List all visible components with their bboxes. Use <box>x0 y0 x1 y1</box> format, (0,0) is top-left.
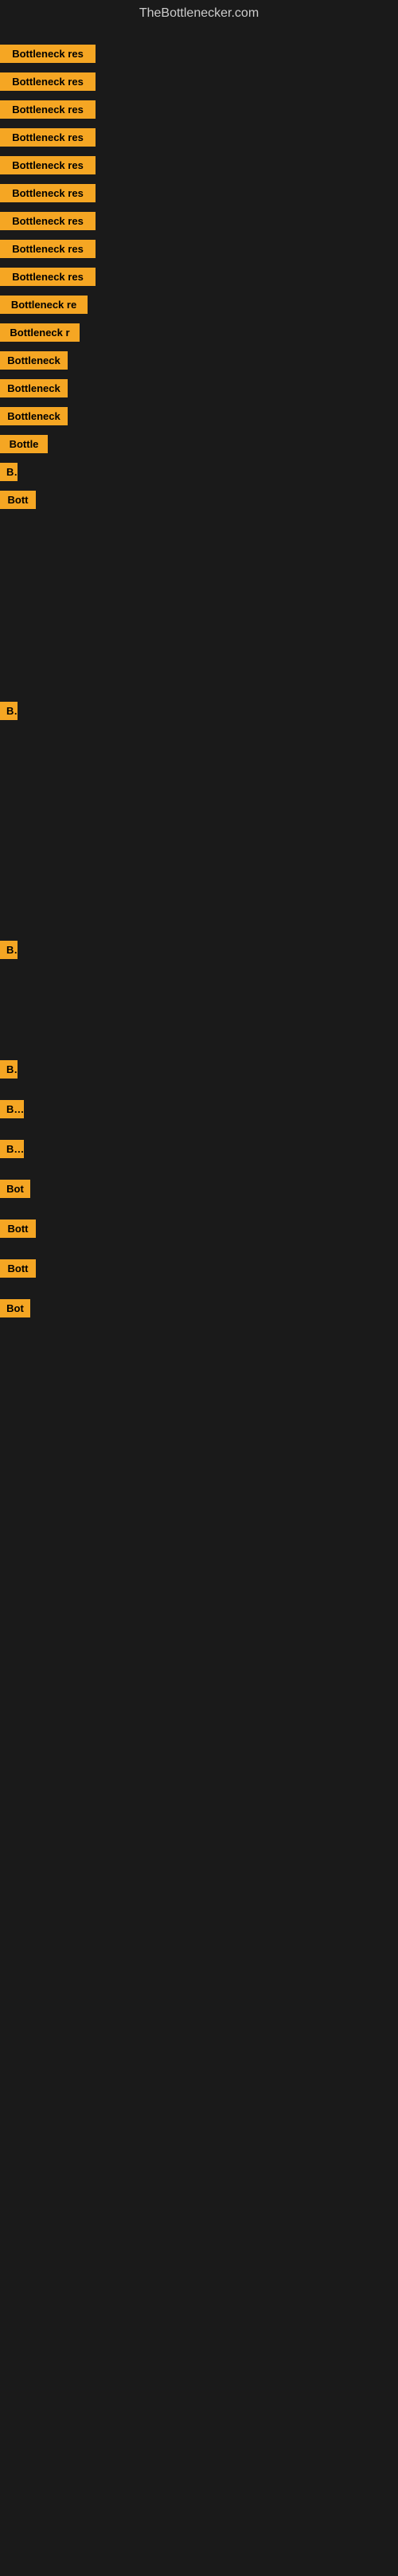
button-wrapper-9: Bottleneck res <box>0 268 96 286</box>
button-wrapper-23: Bot <box>0 1180 30 1198</box>
button-wrapper-13: Bottleneck <box>0 379 68 397</box>
buttons-container: Bottleneck res Bottleneck res Bottleneck r… <box>0 27 398 2576</box>
button-wrapper-26: Bot <box>0 1299 30 1317</box>
button-wrapper-20: B <box>0 1060 18 1079</box>
button-wrapper-3: Bottleneck res <box>0 100 96 119</box>
btn-16[interactable]: B <box>0 463 18 481</box>
btn-8[interactable]: Bottleneck res <box>0 240 96 258</box>
button-wrapper-21: Bo <box>0 1100 24 1118</box>
button-wrapper-15: Bottle <box>0 435 48 453</box>
btn-3[interactable]: Bottleneck res <box>0 100 96 119</box>
btn-17[interactable]: Bott <box>0 491 36 509</box>
btn-10[interactable]: Bottleneck re <box>0 296 88 314</box>
btn-2[interactable]: Bottleneck res <box>0 72 96 91</box>
btn-25[interactable]: Bott <box>0 1259 36 1278</box>
button-wrapper-11: Bottleneck r <box>0 323 80 342</box>
button-wrapper-6: Bottleneck res <box>0 184 96 202</box>
site-title: TheBottlenecker.com <box>0 0 398 27</box>
button-wrapper-16: B <box>0 463 18 481</box>
button-wrapper-2: Bottleneck res <box>0 72 96 91</box>
button-wrapper-12: Bottleneck <box>0 351 68 370</box>
btn-23[interactable]: Bot <box>0 1180 30 1198</box>
button-wrapper-14: Bottleneck <box>0 407 68 425</box>
btn-6[interactable]: Bottleneck res <box>0 184 96 202</box>
btn-26[interactable]: Bot <box>0 1299 30 1317</box>
button-wrapper-18: B <box>0 702 18 720</box>
button-wrapper-25: Bott <box>0 1259 36 1278</box>
btn-18[interactable]: B <box>0 702 18 720</box>
btn-4[interactable]: Bottleneck res <box>0 128 96 147</box>
button-wrapper-10: Bottleneck re <box>0 296 88 314</box>
button-wrapper-22: Bo <box>0 1140 24 1158</box>
button-wrapper-8: Bottleneck res <box>0 240 96 258</box>
btn-12[interactable]: Bottleneck <box>0 351 68 370</box>
btn-5[interactable]: Bottleneck res <box>0 156 96 174</box>
btn-14[interactable]: Bottleneck <box>0 407 68 425</box>
btn-22[interactable]: Bo <box>0 1140 24 1158</box>
btn-1[interactable]: Bottleneck res <box>0 45 96 63</box>
button-wrapper-7: Bottleneck res <box>0 212 96 230</box>
btn-13[interactable]: Bottleneck <box>0 379 68 397</box>
btn-21[interactable]: Bo <box>0 1100 24 1118</box>
button-wrapper-17: Bott <box>0 491 36 509</box>
btn-24[interactable]: Bott <box>0 1219 36 1238</box>
btn-20[interactable]: B <box>0 1060 18 1079</box>
btn-7[interactable]: Bottleneck res <box>0 212 96 230</box>
button-wrapper-24: Bott <box>0 1219 36 1238</box>
btn-19[interactable]: B <box>0 941 18 959</box>
button-wrapper-4: Bottleneck res <box>0 128 96 147</box>
button-wrapper-1: Bottleneck res <box>0 45 96 63</box>
button-wrapper-19: B <box>0 941 18 959</box>
btn-15[interactable]: Bottle <box>0 435 48 453</box>
btn-11[interactable]: Bottleneck r <box>0 323 80 342</box>
button-wrapper-5: Bottleneck res <box>0 156 96 174</box>
btn-9[interactable]: Bottleneck res <box>0 268 96 286</box>
